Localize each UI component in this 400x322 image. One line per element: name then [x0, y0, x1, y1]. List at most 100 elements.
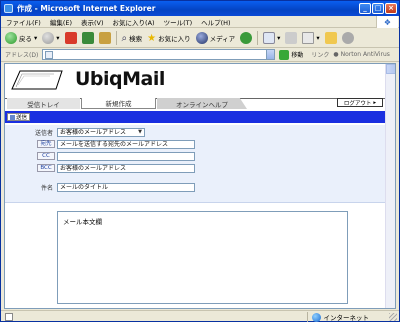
back-label: 戻る — [19, 35, 32, 43]
chevron-down-icon: ▾ — [316, 34, 320, 42]
send-icon — [10, 114, 15, 120]
subject-field[interactable]: メールのタイトル — [57, 183, 195, 192]
chevron-down-icon: ▾ — [277, 34, 281, 42]
media-label: メディア — [209, 35, 236, 43]
page-done-icon — [5, 312, 13, 321]
print-icon — [285, 32, 298, 44]
cc-label[interactable]: CC — [37, 152, 55, 160]
shield-icon: ● — [333, 51, 339, 58]
history-icon — [240, 32, 253, 44]
bcc-field[interactable]: お客様のメールアドレス — [57, 164, 195, 173]
forward-button[interactable]: ▾ — [41, 31, 60, 46]
logout-button[interactable]: ログアウト ▸ — [337, 98, 383, 107]
globe-icon — [311, 312, 321, 322]
title-bar: 作成 - Microsoft Internet Explorer _ □ × — [1, 1, 399, 16]
go-arrow-icon[interactable] — [279, 49, 290, 60]
search-icon: ⌕ — [121, 32, 128, 44]
refresh-button[interactable] — [81, 31, 95, 46]
edit-button[interactable]: ▾ — [301, 31, 320, 46]
home-icon — [98, 32, 111, 44]
search-button[interactable]: ⌕ 検索 — [121, 31, 144, 46]
home-button[interactable] — [98, 31, 112, 46]
address-dropdown-button[interactable] — [266, 49, 276, 60]
menu-edit[interactable]: 編集(E) — [50, 17, 72, 27]
edit-icon — [302, 32, 315, 44]
tab-inbox[interactable]: 受信トレイ — [7, 98, 80, 109]
brand-name: UbiqMail — [75, 68, 165, 90]
ie-icon — [4, 4, 13, 13]
from-select[interactable]: お客様のメールアドレス ▼ — [57, 128, 145, 137]
stop-button[interactable] — [64, 31, 78, 46]
action-bar: 送信 — [5, 111, 386, 123]
subject-label: 件名 — [40, 185, 53, 192]
security-zone: インターネット — [306, 312, 370, 322]
browser-window: 作成 - Microsoft Internet Explorer _ □ × フ… — [0, 0, 400, 322]
back-arrow-icon — [5, 32, 17, 44]
to-field[interactable]: メールを送信する宛先のメールアドレス — [57, 140, 195, 149]
ubiqmail-logo-icon — [11, 70, 63, 90]
messenger-icon — [341, 32, 354, 44]
media-icon — [195, 32, 208, 44]
window-controls: _ □ × — [359, 3, 397, 14]
send-button[interactable]: 送信 — [7, 113, 31, 121]
go-button[interactable]: 移動 — [291, 50, 303, 59]
star-icon: ★ — [147, 32, 157, 44]
from-label: 送信者 — [34, 130, 53, 137]
resize-grip[interactable] — [389, 313, 397, 321]
menu-favorites[interactable]: お気に入り(A) — [113, 17, 155, 27]
toolbar-separator — [257, 31, 259, 45]
media-button[interactable]: メディア — [195, 31, 237, 46]
maximize-button[interactable]: □ — [372, 3, 384, 14]
mail-button[interactable]: ▾ — [262, 31, 281, 46]
arrow-right-icon: ▸ — [373, 99, 377, 106]
back-button[interactable]: 戻る ▾ — [4, 31, 38, 46]
links-label[interactable]: リンク — [311, 50, 329, 59]
page-content: UbiqMail 受信トレイ 新規作成 オンラインヘルプ ログアウト ▸ 送信 … — [4, 63, 396, 309]
address-label: アドレス(D) — [5, 52, 39, 59]
page-icon — [45, 50, 54, 59]
chevron-down-icon: ▼ — [138, 129, 142, 135]
folder-button[interactable] — [324, 31, 338, 46]
menu-bar: ファイル(F) 編集(E) 表示(V) お気に入り(A) ツール(T) ヘルプ(… — [1, 16, 399, 28]
menu-file[interactable]: ファイル(F) — [6, 17, 41, 27]
stop-icon — [64, 32, 77, 44]
forward-arrow-icon — [42, 32, 55, 44]
bcc-label[interactable]: BCC — [37, 164, 55, 172]
folder-icon — [324, 32, 337, 44]
menu-view[interactable]: 表示(V) — [81, 17, 104, 27]
to-label[interactable]: 宛先 — [37, 140, 55, 148]
address-bar: アドレス(D) 移動 リンク ● Norton AntiVirus — [1, 48, 399, 62]
cc-field[interactable] — [57, 152, 195, 161]
favorites-button[interactable]: ★ お気に入り — [146, 31, 191, 46]
toolbar-separator — [115, 31, 117, 45]
mail-icon — [263, 32, 276, 44]
print-button[interactable] — [284, 31, 298, 46]
vertical-scrollbar[interactable] — [385, 64, 395, 308]
compose-form: 送信者 お客様のメールアドレス ▼ 宛先 メールを送信する宛先のメールアドレス … — [5, 125, 386, 203]
history-button[interactable] — [239, 31, 253, 46]
norton-link[interactable]: Norton AntiVirus — [341, 51, 390, 58]
window-title: 作成 - Microsoft Internet Explorer — [17, 4, 156, 13]
standard-toolbar: 戻る ▾ ▾ ⌕ 検索 ★ お気に入り メディア ▾ ▾ — [1, 29, 399, 48]
scroll-up-icon[interactable] — [386, 64, 395, 74]
chevron-down-icon: ▾ — [34, 34, 38, 42]
message-body-textarea[interactable]: メール本文欄 — [57, 211, 348, 304]
search-label: 検索 — [129, 35, 143, 43]
status-bar: インターネット — [1, 310, 399, 322]
minimize-button[interactable]: _ — [359, 3, 371, 14]
tab-online-help[interactable]: オンラインヘルプ — [157, 98, 247, 109]
close-button[interactable]: × — [385, 3, 397, 14]
zone-label: インターネット — [323, 314, 370, 322]
favorites-label: お気に入り — [158, 35, 191, 43]
send-label: 送信 — [16, 115, 28, 121]
address-input[interactable] — [42, 49, 268, 60]
menu-help[interactable]: ヘルプ(H) — [201, 17, 230, 27]
menu-tools[interactable]: ツール(T) — [164, 17, 193, 27]
chevron-down-icon: ▾ — [56, 34, 60, 42]
logout-label: ログアウト — [343, 100, 372, 107]
tab-compose[interactable]: 新規作成 — [81, 98, 156, 109]
windows-logo-icon: ❖ — [376, 16, 398, 28]
messenger-button[interactable] — [341, 31, 355, 46]
from-value: お客様のメールアドレス — [60, 129, 127, 136]
refresh-icon — [81, 32, 94, 44]
